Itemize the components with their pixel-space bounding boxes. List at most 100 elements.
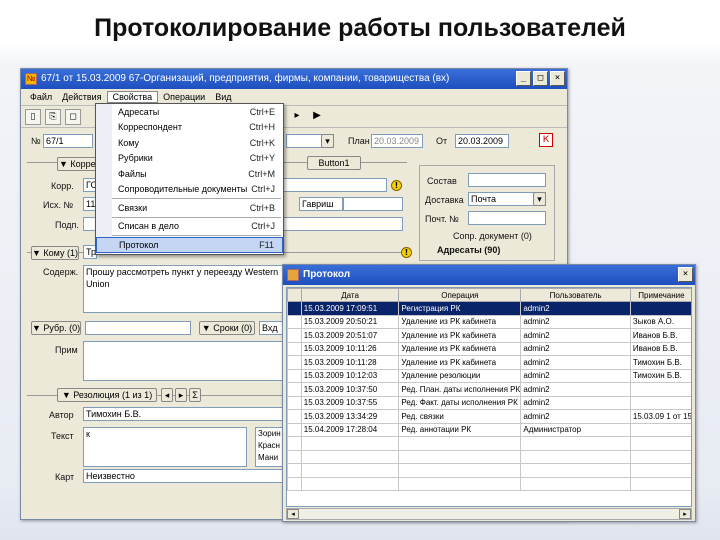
- table-row[interactable]: 15.03.2009 20:51:07 Удаление из РК кабине…: [287, 328, 691, 343]
- table-cell: 15.03.2009 13:34:29: [300, 409, 400, 424]
- close-button[interactable]: ×: [550, 71, 565, 86]
- app-icon: №: [25, 73, 37, 85]
- table-cell: Удаление резолюции: [398, 368, 522, 383]
- sostav-label: Состав: [427, 176, 457, 186]
- person-extra-field[interactable]: [343, 197, 403, 211]
- last-icon[interactable]: ▶: [309, 109, 325, 125]
- kart-field[interactable]: Неизвестно: [83, 469, 283, 483]
- maximize-button[interactable]: □: [533, 71, 548, 86]
- copy-icon[interactable]: ⎘: [45, 108, 61, 125]
- table-cell: 15.03.09 1 от 15: [629, 409, 691, 424]
- protocol-table: Дата Операция Пользователь Примечание 15…: [286, 287, 692, 507]
- list-item[interactable]: Красн: [258, 440, 282, 452]
- row-marker: [287, 368, 302, 383]
- table-row[interactable]: 15.03.2009 10:12:03 Удаление резолюции adm…: [287, 368, 691, 383]
- num-field[interactable]: 67/1: [43, 134, 93, 148]
- person-field[interactable]: Гавриш: [299, 197, 343, 211]
- table-cell: Ред. связки: [398, 409, 522, 424]
- menu-item-rubriki[interactable]: Рубрики Ctrl+Y: [96, 151, 283, 167]
- adresaty-label[interactable]: Адресаты (90): [437, 245, 500, 255]
- row-marker: [287, 328, 302, 343]
- table-row[interactable]: 15.03.2009 10:37:50 Ред. План. даты испол…: [287, 382, 691, 397]
- minimize-button[interactable]: _: [516, 71, 531, 86]
- next-icon[interactable]: ▸: [289, 109, 305, 125]
- rubr-field[interactable]: [85, 321, 191, 335]
- button1[interactable]: Button1: [307, 156, 361, 170]
- col-header-user[interactable]: Пользователь: [520, 288, 631, 302]
- table-cell: 15.03.2009 10:11:28: [300, 355, 400, 370]
- table-cell: Иванов Б.В.: [629, 328, 691, 343]
- scroll-left-icon[interactable]: ◂: [287, 509, 299, 519]
- table-row[interactable]: 15.03.2009 10:37:55 Ред. Факт. даты испол…: [287, 395, 691, 410]
- horizontal-scrollbar[interactable]: ◂ ▸: [286, 508, 692, 520]
- table-cell: 15.03.2009 17:09:51: [300, 301, 400, 316]
- table-cell: admin2: [520, 341, 631, 356]
- properties-menu: Адресаты Ctrl+E Корреспондент Ctrl+H Кому C…: [95, 103, 284, 255]
- table-row[interactable]: 15.03.2009 13:34:29 Ред. связки admin2 15.0…: [287, 409, 691, 424]
- protocol-close-button[interactable]: ×: [678, 267, 693, 282]
- soder-field[interactable]: Прошу рассмотреть пункт у переезду Weste…: [83, 265, 283, 313]
- menu-file[interactable]: Файл: [25, 92, 57, 102]
- table-row[interactable]: 15.03.2009 20:50:21 Удаление из РК кабине…: [287, 314, 691, 329]
- protocol-titlebar[interactable]: Протокол ×: [283, 265, 695, 285]
- table-cell: Администратор: [520, 422, 631, 437]
- poch-field[interactable]: [468, 211, 546, 225]
- table-row[interactable]: 15.03.2009 17:09:51 Регистрация РК admin2: [287, 301, 691, 316]
- menu-item-sopr-docs[interactable]: Сопроводительные документы Ctrl+J: [96, 182, 283, 198]
- from-label: От: [436, 136, 448, 146]
- sostav-field[interactable]: [468, 173, 546, 187]
- control-k-icon[interactable]: К: [539, 133, 553, 147]
- menu-item-spisan[interactable]: Списан в дело Ctrl+J: [96, 219, 283, 235]
- menu-item-komu[interactable]: Кому Ctrl+K: [96, 135, 283, 151]
- table-row[interactable]: 15.03.2009 10:11:28 Удаление из РК кабине…: [287, 355, 691, 370]
- prim-field[interactable]: [83, 341, 283, 381]
- table-row[interactable]: 15.04.2009 17:28:04 Ред. аннотации РК Адми…: [287, 422, 691, 437]
- row-marker-header: [287, 288, 302, 302]
- list-item[interactable]: Зорин: [258, 428, 282, 440]
- vid-field[interactable]: Вхд: [259, 321, 283, 335]
- menu-item-korrespondent[interactable]: Корреспондент Ctrl+H: [96, 120, 283, 136]
- table-row[interactable]: 15.03.2009 10:11:26 Удаление из РК кабине…: [287, 341, 691, 356]
- prim-label: Прим: [55, 345, 78, 355]
- menu-item-faily[interactable]: Файлы Ctrl+M: [96, 166, 283, 182]
- table-cell: admin2: [520, 409, 631, 424]
- menu-view[interactable]: Вид: [210, 92, 236, 102]
- card-icon[interactable]: ◻: [65, 108, 81, 125]
- from-field[interactable]: 20.03.2009: [455, 134, 509, 148]
- sopr-doc-label[interactable]: Сопр. документ (0): [453, 231, 532, 241]
- chevron-down-icon[interactable]: ▾: [533, 192, 546, 206]
- date-dropdown-icon[interactable]: ▾: [321, 134, 334, 148]
- empty-row: [287, 436, 691, 451]
- next-rezol-icon[interactable]: ▸: [175, 388, 187, 402]
- row-marker: [287, 409, 302, 424]
- col-header-note[interactable]: Примечание: [629, 288, 691, 302]
- kart-label: Карт: [55, 472, 75, 482]
- menu-actions[interactable]: Действия: [57, 92, 106, 102]
- table-cell: admin2: [520, 355, 631, 370]
- table-cell: [629, 301, 691, 316]
- menu-item-svyazki[interactable]: Связки Ctrl+B: [96, 200, 283, 216]
- num-label: №: [31, 136, 41, 146]
- menu-operations[interactable]: Операции: [158, 92, 210, 102]
- scroll-right-icon[interactable]: ▸: [679, 509, 691, 519]
- avtor-field[interactable]: Тимохин Б.В.: [83, 407, 283, 421]
- plan-field[interactable]: 20.03.2009: [371, 134, 423, 148]
- table-cell: admin2: [520, 395, 631, 410]
- rubr-tab[interactable]: ▼ Рубр. (0): [31, 321, 81, 335]
- col-header-date[interactable]: Дата: [300, 288, 400, 302]
- sigma-icon[interactable]: Σ: [189, 388, 201, 402]
- main-window-titlebar[interactable]: № 67/1 от 15.03.2009 67-Организаций, пре…: [21, 69, 567, 89]
- menu-item-protokol[interactable]: Протокол F11: [96, 237, 283, 253]
- rezol-tab[interactable]: ▼ Резолюция (1 из 1): [57, 388, 157, 402]
- sroki-tab[interactable]: ▼ Сроки (0): [199, 321, 255, 335]
- menu-properties[interactable]: Свойства: [106, 91, 159, 103]
- prev-rezol-icon[interactable]: ◂: [161, 388, 173, 402]
- menu-item-adresaty[interactable]: Адресаты Ctrl+E: [96, 104, 283, 120]
- ispoln-list[interactable]: Зорин Красн Мани: [255, 427, 283, 467]
- list-item[interactable]: Мани: [258, 452, 282, 464]
- col-header-operation[interactable]: Операция: [398, 288, 522, 302]
- tekst-field[interactable]: к: [83, 427, 247, 467]
- komu-tab[interactable]: ▼ Кому (1): [31, 246, 79, 260]
- new-doc-icon[interactable]: ▯: [25, 108, 41, 125]
- table-cell: admin2: [520, 382, 631, 397]
